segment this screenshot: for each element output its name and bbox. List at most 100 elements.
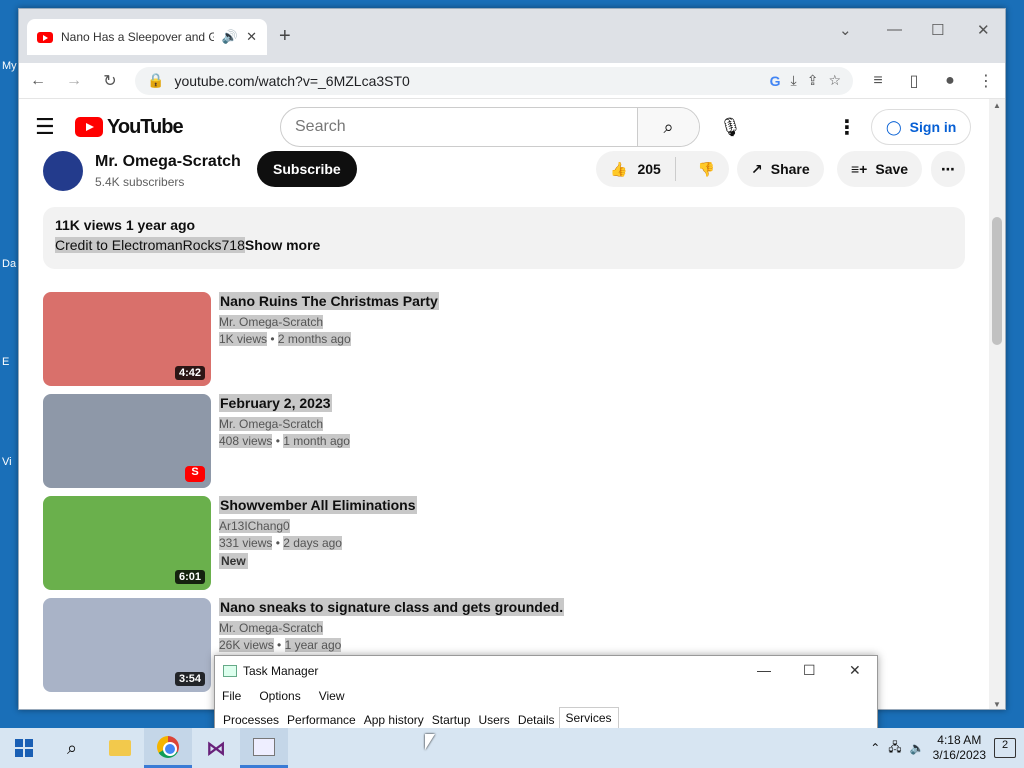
- desktop-icon-label[interactable]: My: [2, 60, 17, 72]
- clock[interactable]: 4:18 AM 3/16/2023: [933, 733, 986, 763]
- show-more-link[interactable]: Show more: [245, 237, 320, 253]
- media-control-icon[interactable]: ≡: [867, 72, 889, 90]
- lock-icon[interactable]: 🔒: [147, 72, 164, 89]
- side-panel-icon[interactable]: ▯: [903, 71, 925, 91]
- google-translate-icon[interactable]: G: [770, 73, 781, 89]
- video-age: 2 months ago: [277, 332, 351, 346]
- channel-name[interactable]: Mr. Omega-Scratch: [95, 153, 241, 171]
- search-box[interactable]: Search ⌕: [280, 107, 700, 147]
- description-box[interactable]: 11K views 1 year ago Credit to Electroma…: [43, 207, 965, 269]
- share-label: Share: [770, 161, 810, 177]
- video-views: 408 views: [219, 434, 273, 448]
- subscribe-button[interactable]: Subscribe: [257, 151, 357, 187]
- forward-icon[interactable]: →: [63, 72, 85, 90]
- video-title[interactable]: February 2, 2023: [219, 394, 332, 412]
- folder-icon: [109, 740, 131, 756]
- dislike-button[interactable]: 👎: [684, 161, 729, 178]
- video-thumbnail[interactable]: 4:42: [43, 292, 211, 386]
- visual-studio-button[interactable]: ⋈: [192, 728, 240, 768]
- bookmark-star-icon[interactable]: ☆: [828, 72, 841, 89]
- related-video[interactable]: S February 2, 2023 Mr. Omega-Scratch 408…: [43, 394, 943, 496]
- youtube-page: ☰ YouTube Search ⌕ 🎙 ⋮ ◯ Sign in Mr. Ome…: [19, 99, 989, 709]
- video-channel[interactable]: Ar13IChang0: [219, 519, 417, 533]
- related-videos-list: 4:42 Nano Ruins The Christmas Party Mr. …: [43, 292, 943, 700]
- install-icon[interactable]: ⤓: [791, 72, 797, 89]
- page-scrollbar[interactable]: ▲ ▼: [989, 99, 1005, 709]
- minimize-button[interactable]: —: [887, 21, 902, 38]
- profile-icon[interactable]: ●: [939, 72, 961, 90]
- description-text: Credit to ElectromanRocks718Show more: [55, 237, 953, 253]
- microphone-icon[interactable]: 🎙: [719, 117, 742, 138]
- chrome-menu-icon[interactable]: ⋮: [975, 71, 997, 91]
- close-tab-icon[interactable]: ✕: [246, 29, 257, 45]
- audio-playing-icon[interactable]: 🔊: [222, 29, 238, 45]
- video-channel-name: Mr. Omega-Scratch: [219, 417, 324, 431]
- video-title[interactable]: Nano Ruins The Christmas Party: [219, 292, 439, 310]
- video-duration: 4:42: [174, 366, 205, 380]
- video-thumbnail[interactable]: S: [43, 394, 211, 488]
- search-input[interactable]: Search: [281, 108, 637, 146]
- file-explorer-button[interactable]: [96, 728, 144, 768]
- save-button[interactable]: ≡+ Save: [837, 151, 923, 187]
- menu-file[interactable]: File: [222, 689, 241, 703]
- youtube-header: ☰ YouTube Search ⌕ 🎙 ⋮ ◯ Sign in: [19, 99, 989, 155]
- youtube-logo[interactable]: YouTube: [75, 116, 184, 139]
- notification-center-button[interactable]: 2: [994, 738, 1016, 758]
- visual-studio-icon: ⋈: [206, 737, 226, 760]
- scrollbar-thumb[interactable]: [992, 217, 1002, 345]
- video-info: Showvember All Eliminations Ar13IChang0 …: [219, 496, 417, 569]
- search-taskbar-button[interactable]: ⌕: [48, 728, 96, 768]
- new-tab-button[interactable]: +: [279, 25, 291, 48]
- windows-logo-icon: [15, 739, 33, 757]
- reload-icon[interactable]: ↻: [99, 71, 121, 91]
- more-actions-button[interactable]: ⋯: [931, 151, 965, 187]
- menu-view[interactable]: View: [319, 689, 345, 703]
- browser-tab[interactable]: Nano Has a Sleepover and G 🔊 ✕: [27, 19, 267, 55]
- chrome-taskbar-button[interactable]: [144, 728, 192, 768]
- related-video[interactable]: 4:42 Nano Ruins The Christmas Party Mr. …: [43, 292, 943, 394]
- menu-options[interactable]: Options: [259, 689, 300, 703]
- search-icon: ⌕: [66, 737, 78, 758]
- close-button[interactable]: ✕: [977, 21, 990, 39]
- volume-icon[interactable]: 🔈: [910, 741, 925, 755]
- subscriber-count: 5.4K subscribers: [95, 175, 185, 189]
- video-thumbnail[interactable]: 6:01: [43, 496, 211, 590]
- task-manager-titlebar[interactable]: Task Manager — ☐ ✕: [215, 656, 877, 686]
- tm-close-button[interactable]: ✕: [849, 662, 861, 679]
- desktop-icon-label[interactable]: E: [2, 356, 9, 368]
- scroll-down-icon[interactable]: ▼: [993, 700, 1001, 709]
- video-thumbnail[interactable]: 3:54: [43, 598, 211, 692]
- channel-avatar[interactable]: [43, 151, 83, 191]
- taskbar: ⌕ ⋈ ⌃ 🖧 🔈 4:18 AM 3/16/2023 2: [0, 728, 1024, 768]
- task-manager-taskbar-button[interactable]: [240, 728, 288, 768]
- chevron-up-icon[interactable]: ⌃: [870, 741, 880, 755]
- youtube-favicon-icon: [37, 31, 53, 43]
- like-button[interactable]: 👍 205: [596, 157, 676, 181]
- video-title[interactable]: Showvember All Eliminations: [219, 496, 417, 514]
- desktop-icon-label[interactable]: Da: [2, 258, 16, 270]
- network-icon[interactable]: 🖧: [888, 738, 901, 759]
- video-channel[interactable]: Mr. Omega-Scratch: [219, 315, 439, 329]
- chrome-icon: [157, 735, 179, 758]
- video-title[interactable]: Nano sneaks to signature class and gets …: [219, 598, 565, 616]
- settings-kebab-icon[interactable]: ⋮: [837, 115, 857, 140]
- video-channel[interactable]: Mr. Omega-Scratch: [219, 417, 350, 431]
- related-video[interactable]: 6:01 Showvember All Eliminations Ar13ICh…: [43, 496, 943, 598]
- tm-minimize-button[interactable]: —: [757, 662, 771, 678]
- search-button[interactable]: ⌕: [637, 108, 699, 146]
- hamburger-menu-icon[interactable]: ☰: [35, 114, 75, 140]
- video-stats: 408 views • 1 month ago: [219, 434, 350, 448]
- maximize-button[interactable]: ☐: [931, 21, 944, 39]
- sign-in-button[interactable]: ◯ Sign in: [871, 109, 972, 145]
- address-bar[interactable]: 🔒 youtube.com/watch?v=_6MZLca3ST0 G ⤓ ⇪ …: [135, 66, 853, 95]
- start-button[interactable]: [0, 728, 48, 768]
- back-icon[interactable]: ←: [27, 72, 49, 90]
- video-channel[interactable]: Mr. Omega-Scratch: [219, 621, 564, 635]
- desktop-icon-label[interactable]: Vi: [2, 456, 12, 468]
- tab-search-icon[interactable]: ⌄: [839, 21, 852, 39]
- url-text[interactable]: youtube.com/watch?v=_6MZLca3ST0: [174, 73, 759, 89]
- share-button[interactable]: ↗ Share: [737, 151, 824, 187]
- tm-maximize-button[interactable]: ☐: [803, 662, 816, 679]
- share-icon[interactable]: ⇪: [807, 72, 819, 89]
- scroll-up-icon[interactable]: ▲: [993, 101, 1001, 110]
